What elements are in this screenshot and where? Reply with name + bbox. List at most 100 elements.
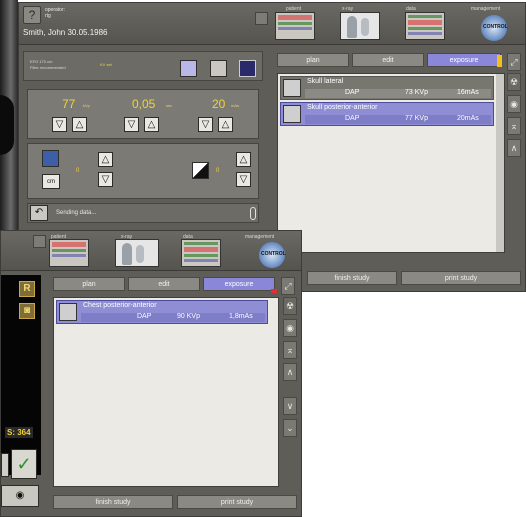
status-line-2: Filter recommended: [30, 65, 66, 70]
cm-button[interactable]: cm: [42, 174, 60, 189]
sequence-list-front: Chest posterior-anterior DAP 90 KVp 1,8m…: [53, 297, 279, 487]
tab-exposure[interactable]: exposure: [427, 53, 501, 67]
status-panel: EFG 170 cm Filter recommended KV set: [23, 51, 263, 81]
tilt-up-button[interactable]: △: [236, 152, 251, 167]
kv-set-label: KV set: [100, 62, 112, 67]
eye-icon[interactable]: ◉: [283, 319, 297, 337]
list-item[interactable]: Chest posterior-anterior DAP 90 KVp 1,8m…: [56, 300, 268, 324]
grid-icon[interactable]: [33, 235, 46, 248]
tab-exposure[interactable]: exposure: [203, 277, 275, 291]
exposure-indicator: [271, 289, 277, 293]
ma-down-button[interactable]: ▽: [198, 117, 213, 132]
finish-study-button-back[interactable]: finish study: [307, 271, 397, 285]
operator-name: rtg: [45, 13, 51, 19]
exposure-params-panel: 77 kVp ▽ △ 0,05 sec ▽ △ 20 mAs ▽ △: [27, 89, 259, 139]
management-logo-text: CONTROL: [261, 251, 286, 257]
skull-thumbnail: [283, 79, 301, 97]
cable-icon: [250, 207, 256, 220]
kv-value: 73 KVp: [405, 89, 428, 96]
mas-up-button[interactable]: △: [144, 117, 159, 132]
grid-icon[interactable]: [255, 12, 268, 25]
tomography-icon[interactable]: [210, 60, 227, 77]
section-management-label: management: [471, 6, 501, 12]
kvp-up-button[interactable]: △: [72, 117, 87, 132]
scroll-down-icon[interactable]: ∨: [283, 397, 297, 415]
radiation-icon[interactable]: ☢: [507, 73, 521, 91]
sequence-values: DAP 90 KVp 1,8mAs: [81, 313, 265, 322]
mas-down-button[interactable]: ▽: [124, 117, 139, 132]
height-up-button[interactable]: △: [98, 152, 113, 167]
kvp-value: 77: [62, 97, 76, 111]
sequence-list-back: Skull lateral DAP 73 KVp 16mAs Skull pos…: [277, 73, 505, 253]
grid-filter-icon[interactable]: [180, 60, 197, 77]
scroll-bottom-icon[interactable]: ⌄: [283, 419, 297, 437]
height-down-button[interactable]: ▽: [98, 172, 113, 187]
xray-thumbnail[interactable]: [115, 239, 159, 267]
tilt-down-button[interactable]: ▽: [236, 172, 251, 187]
data-thumbnail[interactable]: [181, 239, 221, 267]
sequence-values: DAP 77 KVp 20mAs: [305, 115, 491, 124]
sequence-name: Skull posterior-anterior: [307, 104, 378, 111]
sequence-values: DAP 73 KVp 16mAs: [305, 89, 491, 98]
background-photo: [0, 0, 18, 230]
management-logo-icon[interactable]: CONTROL: [259, 242, 286, 268]
radiation-icon[interactable]: ☢: [283, 297, 297, 315]
patient-thumbnail[interactable]: [275, 12, 315, 40]
tab-plan[interactable]: plan: [53, 277, 125, 291]
skull-thumbnail: [283, 105, 301, 123]
operator-icon[interactable]: ?: [23, 6, 41, 24]
eye-view-button[interactable]: ◉: [1, 485, 39, 507]
sending-status: Sending data...: [56, 210, 97, 216]
finish-study-button[interactable]: finish study: [53, 495, 173, 509]
dose-label: DAP: [345, 89, 360, 96]
xray-thumbnail[interactable]: [340, 12, 380, 40]
exposure-indicator: [497, 55, 502, 67]
ma-up-button[interactable]: △: [218, 117, 233, 132]
accept-check-button[interactable]: ✓: [11, 449, 37, 479]
collimator-icon[interactable]: [239, 60, 256, 77]
data-thumbnail[interactable]: [405, 12, 445, 40]
patient-thumbnail[interactable]: [49, 239, 89, 267]
mas-unit: sec: [166, 103, 173, 108]
sequence-name: Chest posterior-anterior: [83, 302, 157, 309]
eye-icon[interactable]: ◉: [507, 95, 521, 113]
section-management-label: management: [245, 234, 275, 240]
management-logo-icon[interactable]: CONTROL: [481, 15, 508, 41]
kv-value: 77 KVp: [405, 115, 428, 122]
scroll-up-icon[interactable]: ∧: [507, 139, 521, 157]
scroll-up-icon[interactable]: ∧: [283, 363, 297, 381]
fullscreen-icon[interactable]: ⤢: [281, 277, 295, 295]
right-marker-button[interactable]: R: [19, 281, 35, 297]
status-line-1: EFG 170 cm: [30, 59, 53, 64]
tab-edit[interactable]: edit: [352, 53, 424, 67]
kvp-down-button[interactable]: ▽: [52, 117, 67, 132]
partial-button[interactable]: [1, 453, 9, 477]
print-study-button[interactable]: print study: [177, 495, 297, 509]
header-bar: ? operator: rtg Smith, John 30.05.1986 p…: [19, 3, 525, 45]
dose-label: DAP: [137, 313, 152, 320]
tab-edit[interactable]: edit: [128, 277, 200, 291]
scroll-top-icon[interactable]: ⌅: [283, 341, 297, 359]
scrollbar[interactable]: [496, 74, 504, 252]
management-logo-text: CONTROL: [483, 24, 508, 30]
s-value-label: S: 364: [5, 427, 33, 438]
print-study-button-back[interactable]: print study: [401, 271, 521, 285]
fullscreen-icon[interactable]: ⤢: [507, 53, 521, 71]
front-window: patient x-ray data management CONTROL R …: [0, 230, 302, 517]
position-panel: cm 0 △ ▽ 0 △ ▽: [27, 143, 259, 199]
tilt-value: 0: [216, 168, 220, 174]
height-value: 0: [76, 168, 80, 174]
list-item[interactable]: Skull lateral DAP 73 KVp 16mAs: [280, 76, 494, 100]
scroll-top-icon[interactable]: ⌅: [507, 117, 521, 135]
lock-marker-icon[interactable]: ◙: [19, 303, 35, 319]
patient-position-icon[interactable]: [42, 150, 59, 167]
undo-icon[interactable]: ↶: [30, 205, 48, 221]
background-photo-dark-area: [0, 95, 14, 155]
tilt-icon[interactable]: [192, 162, 209, 179]
ma-value: 20: [212, 97, 226, 111]
list-item[interactable]: Skull posterior-anterior DAP 77 KVp 20mA…: [280, 102, 494, 126]
tab-plan[interactable]: plan: [277, 53, 349, 67]
header-bar-front: patient x-ray data management CONTROL: [1, 231, 301, 271]
dose-label: DAP: [345, 115, 360, 122]
patient-name: Smith, John 30.05.1986: [23, 28, 108, 37]
